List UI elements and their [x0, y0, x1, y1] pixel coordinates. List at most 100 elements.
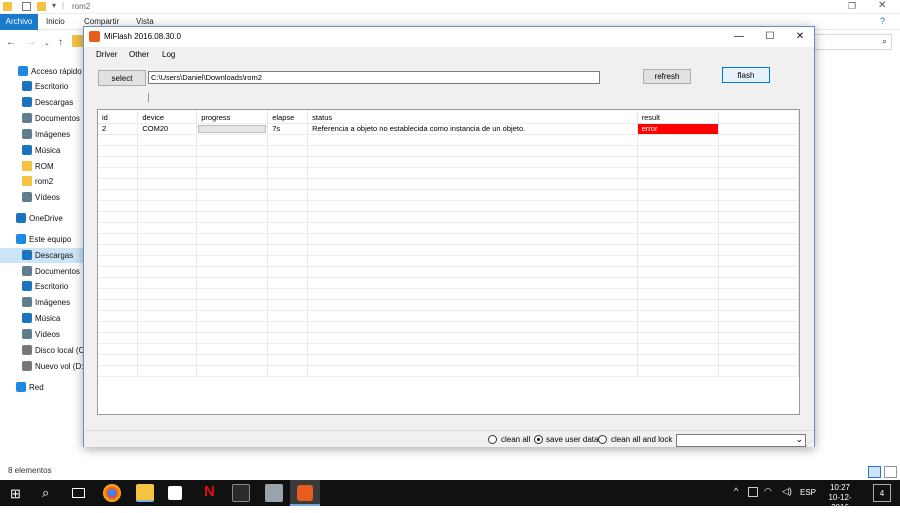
table-row[interactable]: 2 COM20 7s Referencia a objeto no establ…	[98, 123, 799, 135]
sidebar-item-rom2[interactable]: rom2	[0, 174, 84, 189]
select-button[interactable]: select	[98, 70, 146, 86]
empty-cell	[98, 299, 139, 311]
properties-icon[interactable]	[22, 2, 31, 11]
chevron-up-icon[interactable]: ^	[734, 486, 738, 496]
empty-cell	[637, 145, 720, 157]
sidebar-item-label: Nuevo vol (D:)	[35, 362, 84, 371]
radio-save-user-data[interactable]	[534, 435, 543, 444]
menu-log[interactable]: Log	[162, 50, 175, 59]
close-button[interactable]: ✕	[786, 29, 814, 45]
windows-start-icon[interactable]: ⊞	[10, 486, 21, 502]
sidebar-item-música[interactable]: Música	[0, 143, 84, 158]
command-prompt-icon[interactable]	[232, 484, 250, 502]
store-icon[interactable]	[168, 486, 182, 500]
radio-clean-all[interactable]	[488, 435, 497, 444]
restore-icon[interactable]: ❐	[848, 1, 856, 12]
chrome-icon[interactable]	[103, 484, 121, 502]
empty-cell	[718, 354, 799, 366]
tab-compartir[interactable]: Compartir	[84, 17, 119, 26]
empty-cell	[637, 233, 720, 245]
resize-grip-icon[interactable]: ⋰	[806, 440, 812, 447]
empty-cell	[137, 145, 198, 157]
sidebar-item-red[interactable]: Red	[0, 380, 84, 395]
sidebar-item-rom[interactable]: ROM	[0, 159, 84, 174]
netflix-icon[interactable]: N	[204, 483, 215, 500]
device-manager-icon[interactable]	[265, 484, 283, 502]
device-dropdown[interactable]: ⌄	[676, 434, 806, 447]
empty-cell	[196, 310, 269, 322]
forward-icon[interactable]: →	[26, 37, 36, 48]
language-indicator[interactable]: ESP	[800, 488, 816, 497]
network-tray-icon[interactable]	[748, 487, 758, 497]
file-explorer-icon[interactable]	[136, 484, 154, 502]
sidebar-item-vídeos[interactable]: Vídeos	[0, 327, 84, 342]
sidebar-item-acceso-rápido[interactable]: Acceso rápido	[0, 64, 84, 79]
task-view-icon[interactable]	[72, 488, 85, 498]
chevron-down-icon[interactable]: ▾	[52, 1, 56, 10]
tab-vista[interactable]: Vista	[136, 17, 154, 26]
sidebar-item-documentos[interactable]: Documentos	[0, 111, 84, 126]
sidebar-item-imágenes[interactable]: Imágenes	[0, 295, 84, 310]
sidebar-item-escritorio[interactable]: Escritorio	[0, 279, 84, 294]
volume-icon[interactable]: ◁)	[782, 486, 792, 497]
close-icon[interactable]: ✕	[878, 0, 886, 11]
back-icon[interactable]: ←	[6, 37, 16, 48]
search-icon: ⌕	[881, 36, 887, 46]
taskbar-clock[interactable]: 10:27 10-12-2016	[820, 483, 860, 513]
large-icons-view-icon[interactable]	[884, 466, 897, 478]
sidebar-item-nuevo-vol-d[interactable]: Nuevo vol (D:)	[0, 359, 84, 374]
column-header-device[interactable]: device	[137, 110, 198, 124]
sidebar-item-este-equipo[interactable]: Este equipo	[0, 232, 84, 247]
details-view-icon[interactable]	[868, 466, 881, 478]
column-header-id[interactable]: id	[98, 110, 139, 124]
empty-cell	[98, 310, 139, 322]
empty-cell	[267, 266, 309, 278]
tab-archivo[interactable]: Archivo	[0, 14, 38, 30]
column-header-elapse[interactable]: elapse	[267, 110, 309, 124]
menu-other[interactable]: Other	[129, 50, 149, 59]
sidebar-item-disco-local-c[interactable]: Disco local (C:)	[0, 343, 84, 358]
column-header-result[interactable]: result	[637, 110, 720, 124]
empty-cell	[718, 266, 799, 278]
maximize-button[interactable]: ☐	[756, 29, 784, 45]
column-header-progress[interactable]: progress	[196, 110, 269, 124]
wifi-icon[interactable]: ◠	[764, 486, 772, 497]
empty-cell	[267, 244, 309, 256]
notification-count: 4	[879, 489, 885, 498]
sidebar-item-escritorio[interactable]: Escritorio	[0, 79, 84, 94]
chevron-down-icon[interactable]: ⌄	[44, 39, 50, 47]
empty-cell	[718, 299, 799, 311]
sidebar-item-label: rom2	[35, 177, 54, 186]
sidebar-item-música[interactable]: Música	[0, 311, 84, 326]
sidebar-item-vídeos[interactable]: Vídeos	[0, 190, 84, 205]
column-header-status[interactable]: status	[307, 110, 638, 124]
empty-cell	[637, 310, 720, 322]
sidebar-item-imágenes[interactable]: Imágenes	[0, 127, 84, 142]
miflash-taskbar-button[interactable]	[290, 480, 320, 506]
up-icon[interactable]: ↑	[58, 37, 63, 48]
label-clean-all-lock[interactable]: clean all and lock	[611, 435, 672, 444]
empty-cell	[718, 277, 799, 289]
label-clean-all[interactable]: clean all	[501, 435, 530, 444]
notifications-icon[interactable]: 4	[873, 484, 891, 502]
sidebar-item-documentos[interactable]: Documentos	[0, 264, 84, 279]
empty-cell	[718, 178, 799, 190]
sidebar-item-descargas[interactable]: Descargas	[0, 248, 84, 263]
empty-cell	[196, 167, 269, 179]
radio-clean-all-lock[interactable]	[598, 435, 607, 444]
search-input[interactable]: ⌕	[812, 34, 892, 50]
refresh-button[interactable]: refresh	[643, 69, 691, 84]
help-icon[interactable]: ?	[880, 16, 885, 26]
sidebar-item-label: Disco local (C:)	[35, 346, 84, 355]
sidebar-item-descargas[interactable]: Descargas	[0, 95, 84, 110]
minimize-button[interactable]: —	[725, 29, 753, 45]
empty-row	[98, 288, 799, 300]
path-input[interactable]	[148, 71, 600, 84]
search-icon[interactable]: ⌕	[42, 485, 49, 501]
label-save-user-data[interactable]: save user data	[546, 435, 598, 444]
menu-driver[interactable]: Driver	[96, 50, 117, 59]
tab-inicio[interactable]: Inicio	[46, 17, 65, 26]
flash-button[interactable]: flash	[722, 67, 770, 83]
sidebar-item-onedrive[interactable]: OneDrive	[0, 211, 84, 226]
new-folder-icon[interactable]	[37, 2, 46, 11]
